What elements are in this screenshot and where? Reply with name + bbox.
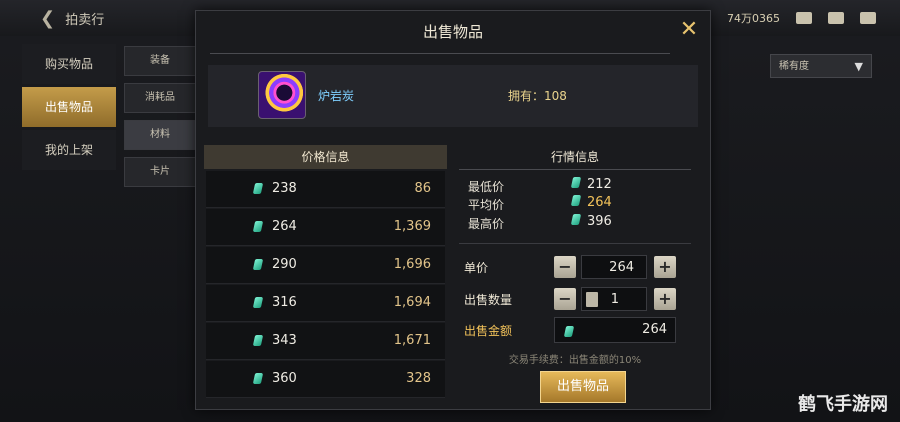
price-value: 343 xyxy=(272,333,297,348)
subnav-materials[interactable]: 材料 xyxy=(124,120,196,150)
quantity-value: 86 xyxy=(414,181,431,196)
total-amount-field: 264 xyxy=(554,317,676,343)
quantity-value: 1,671 xyxy=(393,333,431,348)
price-row[interactable]: 343 1,671 xyxy=(206,323,445,360)
rarity-filter-label: 稀有度 xyxy=(779,61,809,72)
max-price: 396 xyxy=(570,214,612,229)
max-price-label: 最高价 xyxy=(468,217,505,231)
gem-icon xyxy=(252,259,264,270)
dialog-title: 出售物品 xyxy=(422,23,483,41)
gem-icon xyxy=(252,335,264,346)
subnav-equipment[interactable]: 装备 xyxy=(124,46,196,76)
quantity-value: 1 xyxy=(610,292,619,307)
back-button[interactable]: ❮ 拍卖行 xyxy=(40,8,104,29)
price-row[interactable]: 264 1,369 xyxy=(206,209,445,246)
subnav-cards[interactable]: 卡片 xyxy=(124,157,196,187)
quantity-label: 出售数量 xyxy=(464,293,513,307)
unit-price-minus-button[interactable]: − xyxy=(554,256,576,278)
min-price-label: 最低价 xyxy=(468,180,505,194)
price-row[interactable]: 360 328 xyxy=(206,361,445,398)
owned-count: 拥有：108 xyxy=(508,89,567,103)
min-price: 212 xyxy=(570,177,612,192)
mail-icon[interactable] xyxy=(828,12,844,24)
price-info-header: 价格信息 xyxy=(204,145,447,169)
max-price-value: 396 xyxy=(587,214,612,229)
nav-my-listings[interactable]: 我的上架 xyxy=(22,130,116,170)
quantity-value: 328 xyxy=(406,371,431,386)
item-icon xyxy=(258,71,306,119)
price-value: 360 xyxy=(272,371,297,386)
avg-price: 264 xyxy=(570,195,612,210)
gem-icon xyxy=(252,183,264,194)
unit-price-input[interactable]: 264 xyxy=(581,255,647,279)
subnav-consumables[interactable]: 消耗品 xyxy=(124,83,196,113)
total-value: 264 xyxy=(642,322,667,337)
close-icon[interactable]: ✕ xyxy=(676,17,702,43)
price-row[interactable]: 316 1,694 xyxy=(206,285,445,322)
quantity-minus-button[interactable]: − xyxy=(554,288,576,310)
rarity-filter[interactable]: 稀有度 ▼ xyxy=(770,54,872,78)
quantity-input[interactable]: 1 xyxy=(581,287,647,311)
avg-price-label: 平均价 xyxy=(468,198,505,212)
market-divider xyxy=(459,169,691,170)
item-name: 炉岩炭 xyxy=(318,89,355,103)
gem-icon xyxy=(563,326,575,337)
sell-dialog: 出售物品 ✕ 炉岩炭 拥有：108 价格信息 238 86 264 1,369 … xyxy=(195,10,711,410)
shop-icon[interactable] xyxy=(796,12,812,24)
currency-amount: 74万0365 xyxy=(727,12,780,25)
gem-icon xyxy=(570,195,582,206)
market-info-header: 行情信息 xyxy=(550,150,599,164)
dropdown-icon: ▼ xyxy=(854,60,863,73)
back-label: 拍卖行 xyxy=(65,13,105,28)
quantity-plus-button[interactable]: + xyxy=(654,288,676,310)
gem-icon xyxy=(252,221,264,232)
market-divider-bottom xyxy=(459,243,691,244)
quantity-value: 1,369 xyxy=(393,219,431,234)
price-list: 238 86 264 1,369 290 1,696 316 1,694 343… xyxy=(206,171,445,399)
nav-buy[interactable]: 购买物品 xyxy=(22,44,116,84)
gem-icon xyxy=(570,177,582,188)
title-divider xyxy=(210,53,670,54)
sub-nav: 装备 消耗品 材料 卡片 xyxy=(124,46,196,194)
gem-icon xyxy=(252,373,264,384)
nav-sell[interactable]: 出售物品 xyxy=(22,87,116,127)
watermark: 鹤飞手游网 xyxy=(798,394,888,415)
fee-note: 交易手续费：出售金额的10% xyxy=(508,355,642,366)
price-value: 238 xyxy=(272,181,297,196)
quantity-value: 1,696 xyxy=(393,257,431,272)
gem-icon xyxy=(252,297,264,308)
unit-price-plus-button[interactable]: + xyxy=(654,256,676,278)
top-right-status: 74万0365 xyxy=(727,10,876,26)
back-arrow-icon: ❮ xyxy=(40,8,56,29)
gem-icon xyxy=(570,214,582,225)
price-value: 316 xyxy=(272,295,297,310)
avg-price-value: 264 xyxy=(587,195,612,210)
price-value: 290 xyxy=(272,257,297,272)
min-price-value: 212 xyxy=(587,177,612,192)
sell-button[interactable]: 出售物品 xyxy=(540,371,626,403)
unit-price-label: 单价 xyxy=(464,261,489,275)
chat-icon[interactable] xyxy=(860,12,876,24)
calculator-icon[interactable] xyxy=(586,292,598,307)
left-nav: 购买物品 出售物品 我的上架 xyxy=(22,44,116,173)
item-summary: 炉岩炭 拥有：108 xyxy=(208,65,698,127)
price-value: 264 xyxy=(272,219,297,234)
price-row[interactable]: 290 1,696 xyxy=(206,247,445,284)
total-label: 出售金额 xyxy=(464,324,513,338)
quantity-value: 1,694 xyxy=(393,295,431,310)
price-row[interactable]: 238 86 xyxy=(206,171,445,208)
